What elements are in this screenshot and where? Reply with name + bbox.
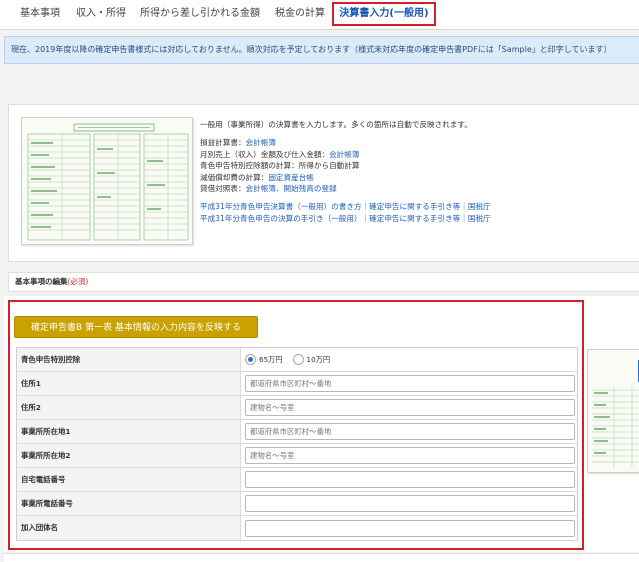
form-cell [241, 396, 577, 419]
blue-deduction-radio-group: 65万円 10万円 [245, 354, 340, 365]
form-row-blue-deduction: 青色申告特別控除 65万円 10万円 [17, 348, 577, 372]
basic-info-form: 青色申告特別控除 65万円 10万円 住所1 住所2 事業所所在地1 事業所所在… [16, 347, 578, 541]
office-address1-input[interactable] [245, 423, 575, 440]
address2-input[interactable] [245, 399, 575, 416]
tab-basic-info[interactable]: 基本事項 [14, 0, 66, 30]
address1-input[interactable] [245, 375, 575, 392]
form-label: 事業所所在地2 [17, 444, 241, 467]
form-label: 自宅電話番号 [17, 468, 241, 491]
radio-button[interactable] [292, 354, 304, 365]
form-cell [241, 468, 577, 491]
notice-banner: 現在、2019年度以降の確定申告書様式には対応しておりません。順次対応を予定して… [4, 36, 639, 64]
form-label: 事業所電話番号 [17, 492, 241, 515]
tab-financial-statement[interactable]: 決算書入力(一般用) [332, 2, 436, 26]
radio-option-650k[interactable]: 65万円 [245, 354, 283, 365]
form-row-home-phone: 自宅電話番号 [17, 468, 577, 492]
form-row-office-phone: 事業所電話番号 [17, 492, 577, 516]
intro-item: 損益計算書：会計帳簿 [200, 137, 491, 148]
office-phone-input[interactable] [245, 495, 575, 512]
intro-text-block: 一般用（事業所得）の決算書を入力します。多くの箇所は自動で反映されます。 損益計… [200, 119, 491, 224]
opening-balance-link[interactable]: 会計帳簿、開始残高の登録 [246, 184, 337, 193]
section-title: 基本事項の編集 [15, 277, 68, 286]
intro-item-label: 減価償却費の計算： [200, 172, 269, 182]
form-preview-image [22, 118, 192, 244]
intro-item-label: 月別売上（収入）金額及び仕入金額： [200, 149, 330, 159]
form-label: 住所1 [17, 372, 241, 395]
intro-item-label: 青色申告特別控除額の計算：所得から自動計算 [200, 161, 360, 171]
intro-item: 貸借対照表：会計帳簿、開始残高の登録 [200, 183, 491, 194]
form-row-address1: 住所1 [17, 372, 577, 396]
tab-bar: 基本事項 収入・所得 所得から差し引かれる金額 税金の計算 決算書入力(一般用) [0, 0, 639, 30]
intro-panel: 一般用（事業所得）の決算書を入力します。多くの箇所は自動で反映されます。 損益計… [8, 104, 639, 262]
form-cell: 65万円 10万円 [241, 348, 577, 371]
form-row-office-address2: 事業所所在地2 [17, 444, 577, 468]
home-phone-input[interactable] [245, 471, 575, 488]
nta-guide-link-handbook[interactable]: 平成31年分青色申告の決算の手引き（一般用）｜確定申告に関する手引き等｜国税庁 [200, 213, 491, 224]
side-form-preview-thumbnail[interactable] [587, 349, 639, 473]
bottom-section-edge [4, 553, 639, 562]
radio-label: 65万円 [259, 354, 283, 364]
form-label: 加入団体名 [17, 516, 241, 540]
tab-tax-calc[interactable]: 税金の計算 [272, 0, 328, 30]
form-cell [241, 516, 577, 540]
reflect-basic-info-button[interactable]: 確定申告書B 第一表 基本情報の入力内容を反映する [14, 316, 258, 338]
radio-button[interactable] [245, 354, 256, 365]
intro-item-label: 貸借対照表： [200, 184, 246, 194]
notice-text: 現在、2019年度以降の確定申告書様式には対応しておりません。順次対応を予定して… [11, 45, 612, 54]
association-name-input[interactable] [245, 519, 575, 537]
section-header-basic-edit: 基本事項の編集(必須) [8, 272, 639, 292]
fixed-asset-ledger-link[interactable]: 固定資産台帳 [268, 173, 314, 182]
accounting-books-link[interactable]: 会計帳簿 [329, 150, 359, 159]
intro-item: 月別売上（収入）金額及び仕入金額：会計帳簿 [200, 149, 491, 160]
form-row-address2: 住所2 [17, 396, 577, 420]
intro-description: 一般用（事業所得）の決算書を入力します。多くの箇所は自動で反映されます。 [200, 120, 472, 129]
form-cell [241, 444, 577, 467]
tab-income[interactable]: 収入・所得 [74, 0, 128, 30]
form-preview-thumbnail[interactable] [21, 117, 193, 245]
intro-item-label: 損益計算書： [200, 138, 246, 148]
radio-label: 10万円 [306, 354, 331, 364]
form-cell [241, 372, 577, 395]
side-form-preview-image [588, 350, 639, 472]
intro-item: 減価償却費の計算：固定資産台帳 [200, 172, 491, 183]
form-label: 青色申告特別控除 [17, 348, 241, 371]
required-badge: (必須) [67, 277, 89, 286]
form-label: 住所2 [17, 396, 241, 419]
accounting-books-link[interactable]: 会計帳簿 [246, 138, 276, 147]
tab-deductions[interactable]: 所得から差し引かれる金額 [137, 0, 263, 30]
form-row-association: 加入団体名 [17, 516, 577, 540]
nta-guide-link-writing[interactable]: 平成31年分青色申告決算書（一般用）の書き方｜確定申告に関する手引き等｜国税庁 [200, 201, 491, 212]
form-cell [241, 420, 577, 443]
radio-option-100k[interactable]: 10万円 [292, 354, 331, 365]
form-cell [241, 492, 577, 515]
office-address2-input[interactable] [245, 447, 575, 464]
form-row-office-address1: 事業所所在地1 [17, 420, 577, 444]
form-label: 事業所所在地1 [17, 420, 241, 443]
intro-item: 青色申告特別控除額の計算：所得から自動計算 [200, 160, 491, 171]
